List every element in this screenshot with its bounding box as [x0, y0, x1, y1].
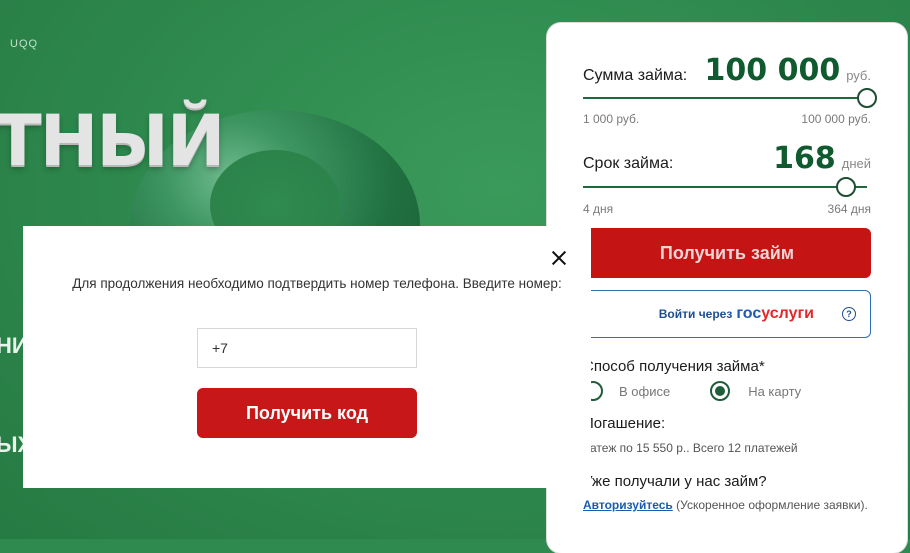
- amount-max-label: 100 000 руб.: [801, 112, 871, 126]
- term-range: 4 дня 364 дня: [583, 202, 871, 216]
- phone-confirm-modal: Для продолжения необходимо подтвердить н…: [23, 226, 591, 488]
- radio-card[interactable]: [710, 381, 731, 401]
- term-row: Срок займа: 168 дней: [583, 141, 871, 176]
- gosuslugi-logo-part2: услуги: [761, 305, 814, 322]
- term-value: 168: [773, 141, 836, 176]
- radio-card-label: На карту: [748, 383, 802, 399]
- method-options: В офисе На карту: [583, 381, 801, 401]
- amount-slider-track[interactable]: [583, 97, 867, 99]
- amount-value: 100 000: [704, 53, 841, 88]
- term-min-label: 4 дня: [583, 202, 614, 216]
- get-code-button[interactable]: Получить код: [197, 388, 417, 438]
- auth-link[interactable]: Авторизуйтесь: [583, 498, 673, 512]
- amount-row: Сумма займа: 100 000 руб.: [583, 53, 871, 88]
- phone-input[interactable]: [197, 328, 417, 368]
- amount-min-label: 1 000 руб.: [583, 112, 640, 126]
- term-slider-handle[interactable]: [836, 177, 857, 197]
- auth-row: Авторизуйтесь (Ускоренное оформление зая…: [583, 498, 868, 512]
- term-label: Срок займа:: [583, 155, 674, 172]
- gosuslugi-prefix: Войти через: [658, 307, 733, 321]
- term-unit: дней: [841, 156, 871, 171]
- amount-range: 1 000 руб. 100 000 руб.: [583, 112, 871, 126]
- radio-office-label: В офисе: [619, 383, 671, 399]
- gosuslugi-login-button[interactable]: Войти через гос услуги ?: [583, 290, 871, 338]
- auth-note: (Ускоренное оформление заявки).: [676, 498, 868, 512]
- repayment-title: Погашение:: [583, 415, 666, 432]
- method-title: Способ получения займа*: [583, 358, 765, 375]
- modal-message: Для продолжения необходимо подтвердить н…: [72, 276, 562, 291]
- hero-logo-text: UQQ: [10, 38, 39, 50]
- get-loan-button[interactable]: Получить займ: [583, 228, 871, 278]
- term-max-label: 364 дня: [827, 202, 871, 216]
- help-icon[interactable]: ?: [842, 307, 856, 321]
- returning-title: Уже получали у нас займ?: [583, 473, 767, 490]
- close-icon[interactable]: [549, 248, 569, 268]
- loan-calculator-card: Сумма займа: 100 000 руб. 1 000 руб. 100…: [547, 23, 907, 553]
- amount-slider-handle[interactable]: [857, 88, 877, 108]
- amount-label: Сумма займа:: [583, 67, 688, 84]
- repayment-text: латеж по 15 550 р.. Всего 12 платежей: [583, 441, 798, 455]
- term-slider-track[interactable]: [583, 186, 867, 188]
- amount-unit: руб.: [846, 68, 871, 83]
- gosuslugi-logo-part1: гос: [736, 305, 762, 322]
- hero-title: ТНЫЙ: [0, 100, 225, 182]
